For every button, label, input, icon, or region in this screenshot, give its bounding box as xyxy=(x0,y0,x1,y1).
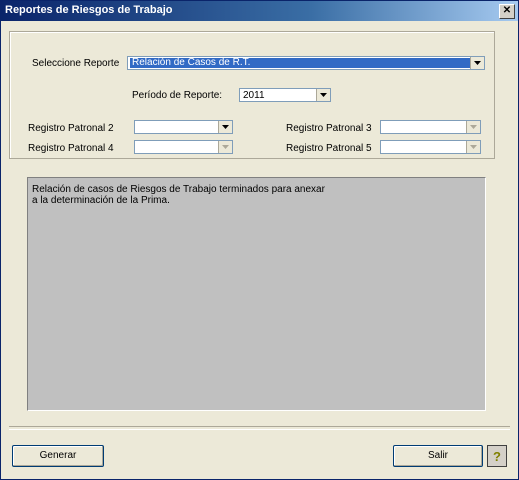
period-select[interactable]: 2011 xyxy=(239,88,331,102)
report-description: Relación de casos de Riesgos de Trabajo … xyxy=(27,177,486,411)
description-line: a la determinación de la Prima. xyxy=(32,195,170,206)
window-title: Reportes de Riesgos de Trabajo xyxy=(5,4,173,16)
exit-button-label: Salir xyxy=(427,450,448,461)
chevron-down-icon[interactable] xyxy=(470,57,484,69)
reg2-label: Registro Patronal 2 xyxy=(28,123,114,134)
chevron-down-icon[interactable] xyxy=(316,89,330,101)
period-select-value: 2011 xyxy=(243,90,265,101)
reg3-select[interactable] xyxy=(380,120,481,134)
generate-button[interactable]: Generar xyxy=(12,445,104,467)
reg4-select[interactable] xyxy=(134,140,233,154)
chevron-down-icon[interactable] xyxy=(218,121,232,133)
help-icon: ? xyxy=(493,448,501,464)
reg4-label: Registro Patronal 4 xyxy=(28,143,114,154)
reg5-select[interactable] xyxy=(380,140,481,154)
reg2-select[interactable] xyxy=(134,120,233,134)
description-line: Relación de casos de Riesgos de Trabajo … xyxy=(32,184,325,195)
chevron-down-icon xyxy=(466,121,480,133)
report-label: Seleccione Reporte xyxy=(32,58,120,69)
period-label: Período de Reporte: xyxy=(132,90,223,101)
description-text: Relación de casos de Riesgos de Trabajo … xyxy=(32,184,325,206)
generate-button-label: Generar xyxy=(39,450,77,461)
close-icon: ✕ xyxy=(502,5,512,16)
reg3-label: Registro Patronal 3 xyxy=(286,123,372,134)
close-button[interactable]: ✕ xyxy=(499,4,515,19)
chevron-down-icon xyxy=(218,141,232,153)
reg5-label: Registro Patronal 5 xyxy=(286,143,372,154)
exit-button[interactable]: Salir xyxy=(393,445,483,467)
report-window: Reportes de Riesgos de Trabajo ✕ Selecci… xyxy=(0,0,519,480)
report-select-value: Relación de Casos de R.T. xyxy=(130,58,470,68)
title-bar[interactable]: Reportes de Riesgos de Trabajo ✕ xyxy=(1,1,518,21)
bottom-separator xyxy=(9,426,510,430)
help-button[interactable]: ? xyxy=(487,445,507,467)
report-select[interactable]: Relación de Casos de R.T. xyxy=(127,56,485,70)
chevron-down-icon xyxy=(466,141,480,153)
